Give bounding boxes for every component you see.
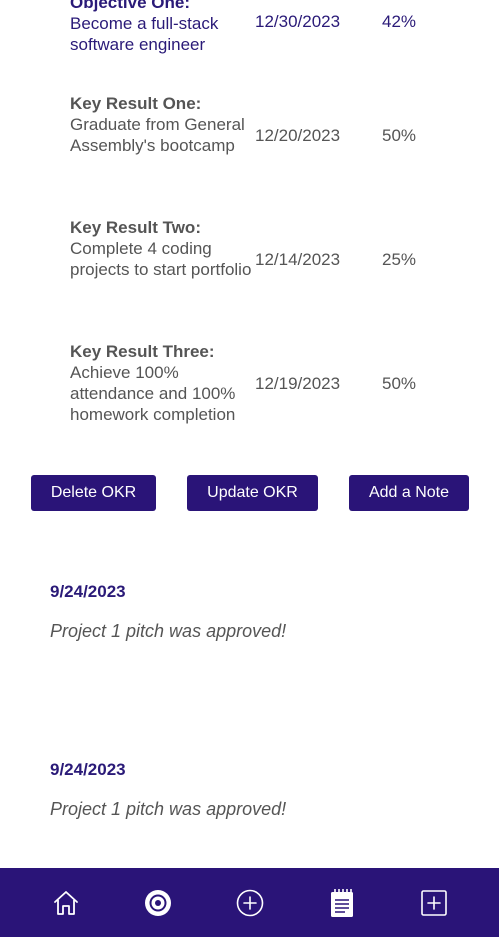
note-text: Project 1 pitch was approved! xyxy=(50,621,287,641)
key-result-description: Complete 4 coding projects to start port… xyxy=(70,239,252,279)
key-result-heading: Key Result One: xyxy=(70,94,202,113)
nav-add[interactable] xyxy=(232,885,268,921)
note-text: Project 1 pitch was approved! xyxy=(50,799,287,819)
key-result-due-date: 12/20/2023 xyxy=(255,126,341,145)
nav-target[interactable] xyxy=(140,885,176,921)
key-result-due-date: 12/14/2023 xyxy=(255,250,341,269)
key-result-heading: Key Result Three: xyxy=(70,342,215,361)
notepad-icon xyxy=(331,889,353,917)
key-result-title-block: Key Result Two: Complete 4 coding projec… xyxy=(70,217,252,280)
key-result-due-date: 12/19/2023 xyxy=(255,374,341,393)
nav-add-square[interactable] xyxy=(416,885,452,921)
key-result-description: Achieve 100% attendance and 100% homewor… xyxy=(70,363,236,424)
add-note-button[interactable]: Add a Note xyxy=(349,475,469,511)
key-result-heading: Key Result Two: xyxy=(70,218,201,237)
key-result-progress: 25% xyxy=(382,250,417,269)
key-result-description: Graduate from General Assembly's bootcam… xyxy=(70,115,245,155)
note-date: 9/24/2023 xyxy=(50,582,126,601)
key-result-title-block: Key Result Three: Achieve 100% attendanc… xyxy=(70,341,252,425)
objective-due-date: 12/30/2023 xyxy=(255,12,341,31)
nav-notes[interactable] xyxy=(324,885,360,921)
note-item: 9/24/2023 Project 1 pitch was approved! xyxy=(50,760,470,819)
home-icon xyxy=(54,891,78,915)
nav-home[interactable] xyxy=(48,885,84,921)
objective-description: Become a full-stack software engineer xyxy=(70,14,219,54)
update-okr-button[interactable]: Update OKR xyxy=(187,475,318,511)
key-result-progress: 50% xyxy=(382,126,417,145)
objective-title-block: Objective One: Become a full-stack softw… xyxy=(70,0,252,55)
plus-circle-icon xyxy=(236,889,264,917)
key-result-title-block: Key Result One: Graduate from General As… xyxy=(70,93,252,156)
plus-square-icon xyxy=(421,890,447,916)
bottom-nav xyxy=(0,868,499,937)
delete-okr-button[interactable]: Delete OKR xyxy=(31,475,156,511)
note-date: 9/24/2023 xyxy=(50,760,126,779)
note-item: 9/24/2023 Project 1 pitch was approved! xyxy=(50,582,470,641)
target-icon xyxy=(145,890,171,916)
objective-heading: Objective One: xyxy=(70,0,190,12)
key-result-progress: 50% xyxy=(382,374,417,393)
objective-progress: 42% xyxy=(382,12,417,31)
